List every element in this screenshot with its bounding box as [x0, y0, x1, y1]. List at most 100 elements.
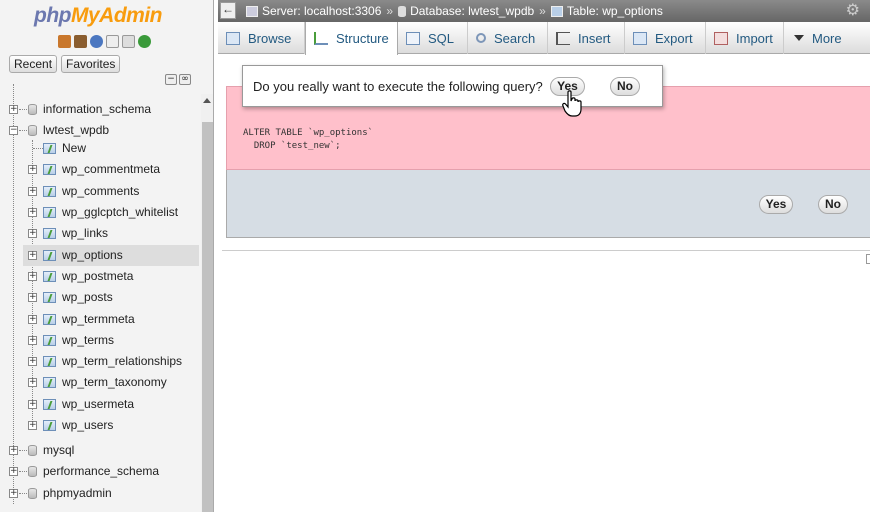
- expand-icon[interactable]: +: [28, 336, 37, 345]
- table-label[interactable]: wp_users: [62, 418, 113, 432]
- collapse-nav-button[interactable]: ←: [220, 2, 236, 19]
- database-icon: [398, 5, 407, 17]
- reload-icon[interactable]: [138, 35, 151, 48]
- chevron-down-icon: [794, 35, 804, 41]
- table-label[interactable]: wp_usermeta: [62, 397, 134, 411]
- table-label[interactable]: wp_posts: [62, 290, 113, 304]
- table-row[interactable]: + wp_usermeta: [0, 394, 198, 415]
- breadcrumb-separator: »: [386, 4, 394, 18]
- table-row[interactable]: + wp_posts: [0, 287, 198, 308]
- table-row[interactable]: + wp_comments: [0, 181, 198, 202]
- table-row[interactable]: + wp_commentmeta: [0, 159, 198, 180]
- tab-browse[interactable]: Browse: [218, 22, 305, 54]
- breadcrumb-bar: ← Server: localhost:3306 » Database: lwt…: [218, 0, 870, 22]
- db-row-information-schema[interactable]: + information_schema: [0, 99, 198, 120]
- expand-icon[interactable]: +: [9, 105, 18, 114]
- expand-icon[interactable]: +: [28, 272, 37, 281]
- favorites-tab[interactable]: Favorites: [61, 55, 121, 73]
- expand-icon[interactable]: +: [28, 208, 37, 217]
- yes-button[interactable]: Yes: [759, 195, 793, 214]
- tab-sql[interactable]: SQL: [398, 22, 468, 54]
- tab-import[interactable]: Import: [706, 22, 784, 54]
- table-label[interactable]: wp_termmeta: [62, 312, 135, 326]
- new-label[interactable]: New: [62, 141, 86, 155]
- collapse-icon[interactable]: −: [9, 126, 18, 135]
- table-row[interactable]: + wp_termmeta: [0, 309, 198, 330]
- tab-insert[interactable]: Insert: [548, 22, 625, 54]
- scroll-thumb[interactable]: [202, 122, 213, 512]
- db-label[interactable]: phpmyadmin: [43, 486, 112, 500]
- settings-icon[interactable]: [122, 35, 135, 48]
- server-icon: [246, 5, 258, 17]
- database-icon: [28, 445, 37, 456]
- table-label[interactable]: wp_postmeta: [62, 269, 133, 283]
- database-icon: [28, 104, 37, 115]
- db-row-phpmyadmin[interactable]: + phpmyadmin: [0, 483, 198, 504]
- table-row[interactable]: + wp_gglcptch_whitelist: [0, 202, 198, 223]
- table-row[interactable]: + wp_links: [0, 223, 198, 244]
- expand-icon[interactable]: +: [28, 187, 37, 196]
- db-row-performance-schema[interactable]: + performance_schema: [0, 461, 198, 482]
- expand-icon[interactable]: +: [28, 293, 37, 302]
- db-label[interactable]: lwtest_wpdb: [43, 123, 109, 137]
- expand-icon[interactable]: +: [28, 400, 37, 409]
- new-table-row[interactable]: New: [0, 138, 198, 159]
- confirm-question: Do you really want to execute the follow…: [253, 79, 543, 94]
- expand-icon[interactable]: +: [28, 357, 37, 366]
- expand-icon[interactable]: +: [28, 251, 37, 260]
- db-label[interactable]: performance_schema: [43, 464, 159, 478]
- breadcrumb-server[interactable]: Server: localhost:3306: [262, 4, 381, 18]
- browse-icon: [226, 31, 240, 45]
- table-icon: [43, 164, 56, 175]
- table-icon: [43, 250, 56, 261]
- db-label[interactable]: mysql: [43, 443, 74, 457]
- table-label[interactable]: wp_term_relationships: [62, 354, 182, 368]
- table-label[interactable]: wp_gglcptch_whitelist: [62, 205, 178, 219]
- structure-icon: [314, 32, 328, 45]
- expand-icon[interactable]: +: [28, 378, 37, 387]
- tab-search[interactable]: Search: [468, 22, 548, 54]
- table-row[interactable]: + wp_postmeta: [0, 266, 198, 287]
- table-icon: [43, 292, 56, 303]
- db-row-mysql[interactable]: + mysql: [0, 440, 198, 461]
- tab-export[interactable]: Export: [625, 22, 706, 54]
- table-row[interactable]: + wp_terms: [0, 330, 198, 351]
- tab-more[interactable]: More: [784, 22, 870, 54]
- expand-icon[interactable]: +: [9, 489, 18, 498]
- breadcrumb-database[interactable]: Database: lwtest_wpdb: [410, 4, 534, 18]
- expand-icon[interactable]: +: [28, 421, 37, 430]
- table-label[interactable]: wp_comments: [62, 184, 139, 198]
- expand-icon[interactable]: +: [9, 446, 18, 455]
- table-label[interactable]: wp_commentmeta: [62, 162, 160, 176]
- no-button[interactable]: No: [818, 195, 848, 214]
- new-table-icon: [43, 143, 56, 154]
- home-icon[interactable]: [58, 35, 71, 48]
- recent-tab[interactable]: Recent: [9, 55, 58, 73]
- expand-icon[interactable]: +: [9, 467, 18, 476]
- table-label[interactable]: wp_links: [62, 226, 108, 240]
- table-row[interactable]: + wp_options: [0, 245, 198, 266]
- help-icon[interactable]: [90, 35, 103, 48]
- expand-icon[interactable]: +: [28, 315, 37, 324]
- expand-icon[interactable]: +: [28, 229, 37, 238]
- phpmyadmin-logo[interactable]: phpMyAdmin: [34, 4, 162, 28]
- nav-scrollbar[interactable]: [201, 94, 213, 512]
- table-row[interactable]: + wp_term_taxonomy: [0, 372, 198, 393]
- scroll-up-icon[interactable]: [203, 98, 211, 103]
- expand-icon[interactable]: +: [28, 165, 37, 174]
- table-label[interactable]: wp_options: [62, 248, 123, 262]
- table-row[interactable]: + wp_users: [0, 415, 198, 436]
- table-label[interactable]: wp_terms: [62, 333, 114, 347]
- console-toggle-icon[interactable]: [866, 254, 870, 264]
- table-row[interactable]: + wp_term_relationships: [0, 351, 198, 372]
- breadcrumb-separator: »: [539, 4, 546, 18]
- breadcrumb-table[interactable]: Table: wp_options: [567, 4, 663, 18]
- gear-icon[interactable]: ⚙: [846, 2, 860, 18]
- tab-structure[interactable]: Structure: [305, 22, 398, 55]
- table-label[interactable]: wp_term_taxonomy: [62, 375, 167, 389]
- table-icon: [43, 186, 56, 197]
- db-label[interactable]: information_schema: [43, 102, 151, 116]
- docs-icon[interactable]: [106, 35, 119, 48]
- confirm-no-button[interactable]: No: [610, 77, 640, 96]
- exit-icon[interactable]: [74, 35, 87, 48]
